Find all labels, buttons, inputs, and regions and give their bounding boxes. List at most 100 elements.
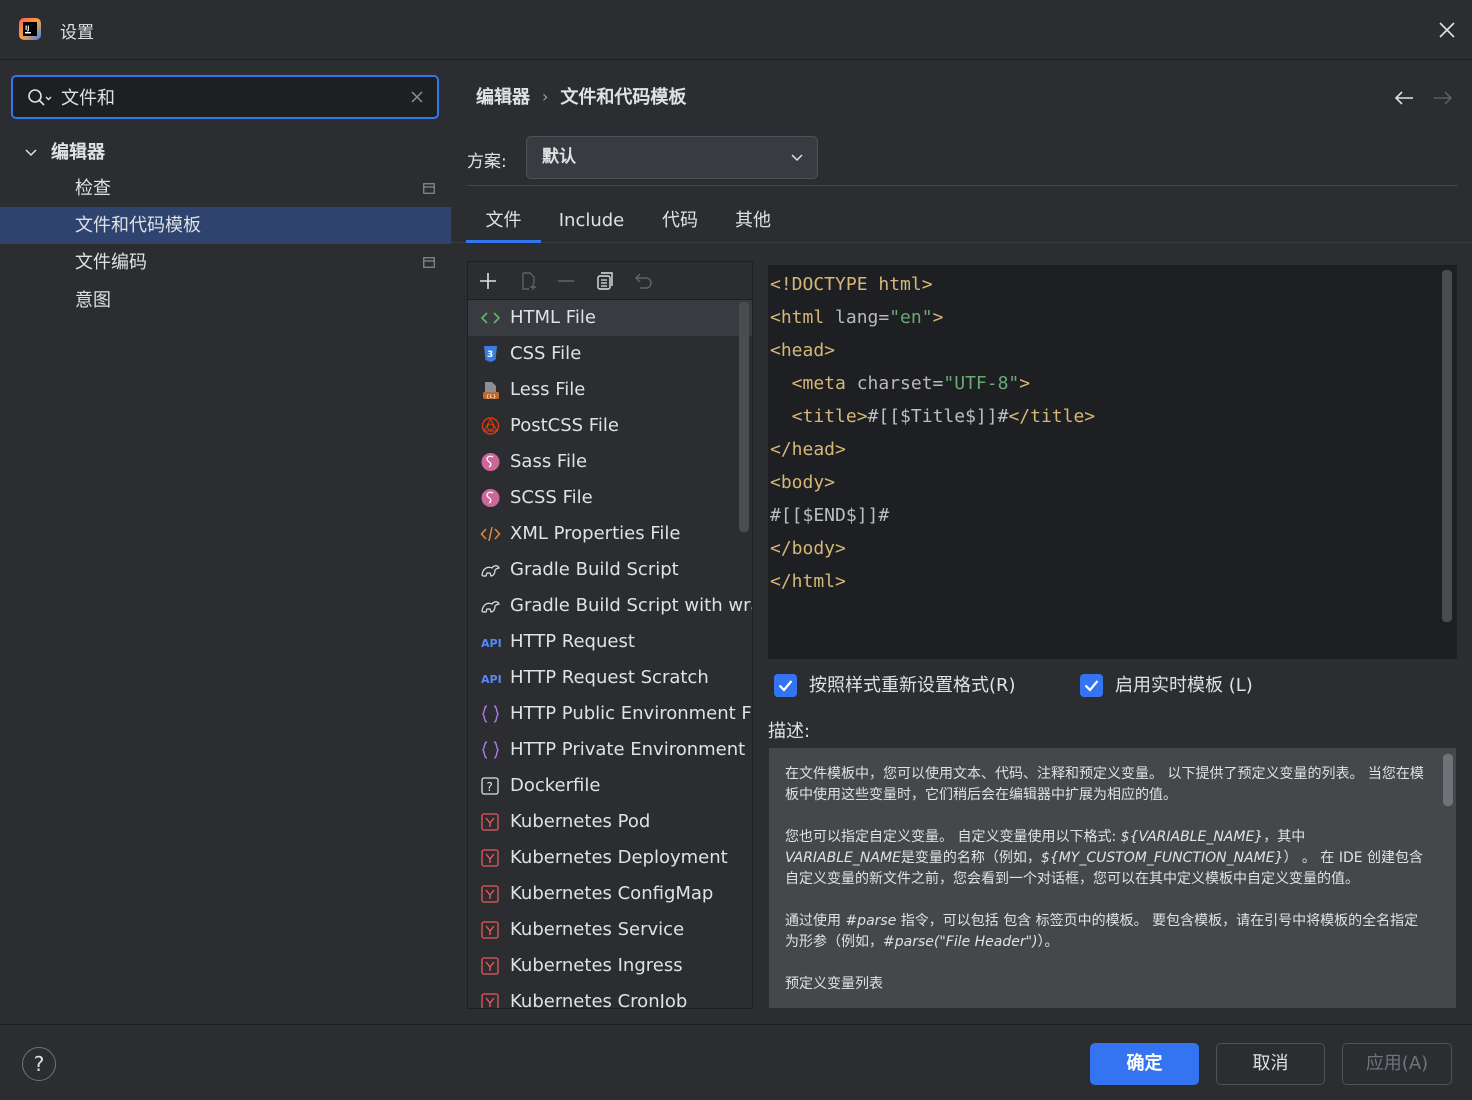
code-line: <body> xyxy=(770,472,836,493)
editor-scrollbar[interactable] xyxy=(1442,270,1452,622)
api-icon: API xyxy=(481,637,501,650)
scheme-dropdown[interactable]: 默认 xyxy=(526,136,818,179)
tree-item-label: 文件和代码模板 xyxy=(75,215,201,236)
copy-icon[interactable] xyxy=(595,271,615,291)
list-item[interactable]: SCSS File xyxy=(468,480,752,516)
list-item[interactable]: API HTTP Request xyxy=(468,624,752,660)
list-item[interactable]: {L} Less File xyxy=(468,372,752,408)
code-line: <html lang="en"> xyxy=(770,307,944,328)
scheme-value: 默认 xyxy=(542,147,576,167)
code-line: #[[$END$]]# xyxy=(770,505,890,526)
back-arrow-icon[interactable] xyxy=(1393,89,1415,107)
yaml-icon xyxy=(481,813,499,831)
html-icon xyxy=(480,312,501,324)
code-line: </head> xyxy=(770,439,846,460)
template-tabs: 文件 Include 代码 其他 xyxy=(451,202,1472,243)
forward-arrow-icon[interactable] xyxy=(1432,89,1454,107)
svg-text:?: ? xyxy=(487,780,493,794)
description-scrollbar[interactable] xyxy=(1443,754,1453,806)
tree-item-inspections[interactable]: 检查 xyxy=(0,170,451,207)
list-item[interactable]: Kubernetes CronJob xyxy=(468,984,752,1008)
scss-icon xyxy=(481,489,500,507)
tree-item-label: 文件编码 xyxy=(75,252,147,273)
breadcrumb-separator: › xyxy=(542,86,549,106)
live-templates-checkbox[interactable]: 启用实时模板 (L) xyxy=(1080,673,1300,699)
gradle-icon xyxy=(481,565,500,577)
close-icon[interactable] xyxy=(1434,17,1460,43)
list-item[interactable]: Gradle Build Script with wrap xyxy=(468,588,752,624)
api-icon: API xyxy=(481,673,501,686)
list-item[interactable]: Kubernetes Service xyxy=(468,912,752,948)
project-scope-icon xyxy=(423,183,435,194)
title-bar: IJ 设置 xyxy=(0,0,1472,60)
svg-text:API: API xyxy=(481,673,501,686)
list-item[interactable]: 3 CSS File xyxy=(468,336,752,372)
ok-button[interactable]: 确定 xyxy=(1090,1043,1199,1085)
clear-search-icon[interactable] xyxy=(409,89,425,105)
create-child-icon[interactable] xyxy=(518,271,538,291)
braces-icon xyxy=(482,705,499,723)
search-box[interactable] xyxy=(11,75,439,119)
tab-files[interactable]: 文件 xyxy=(466,202,541,243)
apply-button[interactable]: 应用(A) xyxy=(1342,1043,1452,1085)
list-item[interactable]: Kubernetes Ingress xyxy=(468,948,752,984)
jetbrains-logo-icon: IJ xyxy=(19,18,41,40)
list-item[interactable]: Kubernetes ConfigMap xyxy=(468,876,752,912)
template-list-panel: HTML File 3 CSS File {L} Less File PostC… xyxy=(467,261,753,1009)
yaml-icon xyxy=(481,957,499,975)
reset-icon[interactable] xyxy=(634,271,654,291)
list-item[interactable]: HTTP Private Environment Fi xyxy=(468,732,752,768)
tab-code[interactable]: 代码 xyxy=(647,202,713,243)
help-button[interactable]: ? xyxy=(22,1047,56,1081)
list-item[interactable]: ? Dockerfile xyxy=(468,768,752,804)
yaml-icon xyxy=(481,993,499,1008)
list-item[interactable]: PostCSS File xyxy=(468,408,752,444)
svg-text:{L}: {L} xyxy=(486,394,496,400)
chevron-down-icon[interactable] xyxy=(24,146,38,160)
window-title: 设置 xyxy=(60,23,94,43)
project-scope-icon xyxy=(423,257,435,268)
code-line: <head> xyxy=(770,340,836,361)
tree-item-file-encodings[interactable]: 文件编码 xyxy=(0,244,451,281)
tree-item-file-templates[interactable]: 文件和代码模板 xyxy=(0,207,451,244)
search-icon[interactable] xyxy=(27,88,53,108)
settings-sidebar: 编辑器 检查 文件和代码模板 文件编码 意图 xyxy=(0,61,451,1024)
tab-include[interactable]: Include xyxy=(551,202,632,243)
svg-text:IJ: IJ xyxy=(25,25,29,32)
checkbox-label: 按照样式重新设置格式(R) xyxy=(809,675,1016,696)
remove-icon[interactable] xyxy=(556,271,576,291)
add-icon[interactable] xyxy=(478,271,498,291)
list-item[interactable]: API HTTP Request Scratch xyxy=(468,660,752,696)
tab-other[interactable]: 其他 xyxy=(721,202,785,243)
divider xyxy=(467,185,1458,186)
list-item[interactable]: Sass File xyxy=(468,444,752,480)
list-item[interactable]: HTTP Public Environment Fil xyxy=(468,696,752,732)
gradle-icon xyxy=(481,601,500,613)
description-panel[interactable]: 在文件模板中，您可以使用文本、代码、注释和预定义变量。 以下提供了预定义变量的列… xyxy=(768,747,1457,1009)
dialog-footer: ? 确定 取消 应用(A) xyxy=(0,1024,1472,1100)
tree-item-label: 编辑器 xyxy=(51,142,105,163)
search-input[interactable] xyxy=(61,83,401,111)
list-item[interactable]: XML Properties File xyxy=(468,516,752,552)
cancel-button[interactable]: 取消 xyxy=(1216,1043,1325,1085)
svg-text:API: API xyxy=(481,637,501,650)
tree-item-intentions[interactable]: 意图 xyxy=(0,282,451,319)
chevron-down-icon xyxy=(791,154,803,162)
yaml-icon xyxy=(481,849,499,867)
list-item[interactable]: Kubernetes Deployment xyxy=(468,840,752,876)
list-scrollbar[interactable] xyxy=(739,302,749,532)
code-line: <meta charset="UTF-8"> xyxy=(770,373,1031,394)
template-list[interactable]: HTML File 3 CSS File {L} Less File PostC… xyxy=(468,300,752,1008)
checkmark-icon[interactable] xyxy=(774,674,797,697)
list-item[interactable]: HTML File xyxy=(468,300,752,336)
less-icon: {L} xyxy=(483,382,499,400)
breadcrumb-item[interactable]: 编辑器 xyxy=(476,83,530,109)
tree-item-editor[interactable]: 编辑器 xyxy=(0,134,451,171)
list-item[interactable]: Gradle Build Script xyxy=(468,552,752,588)
main-panel: 编辑器 › 文件和代码模板 方案: 默认 文件 Include 代码 其他 HT… xyxy=(451,61,1472,1024)
checkmark-icon[interactable] xyxy=(1080,674,1103,697)
template-editor[interactable]: <!DOCTYPE html> <html lang="en"> <head> … xyxy=(768,265,1457,659)
reformat-checkbox[interactable]: 按照样式重新设置格式(R) xyxy=(774,673,1054,699)
list-item[interactable]: Kubernetes Pod xyxy=(468,804,752,840)
code-line: </body> xyxy=(770,538,846,559)
